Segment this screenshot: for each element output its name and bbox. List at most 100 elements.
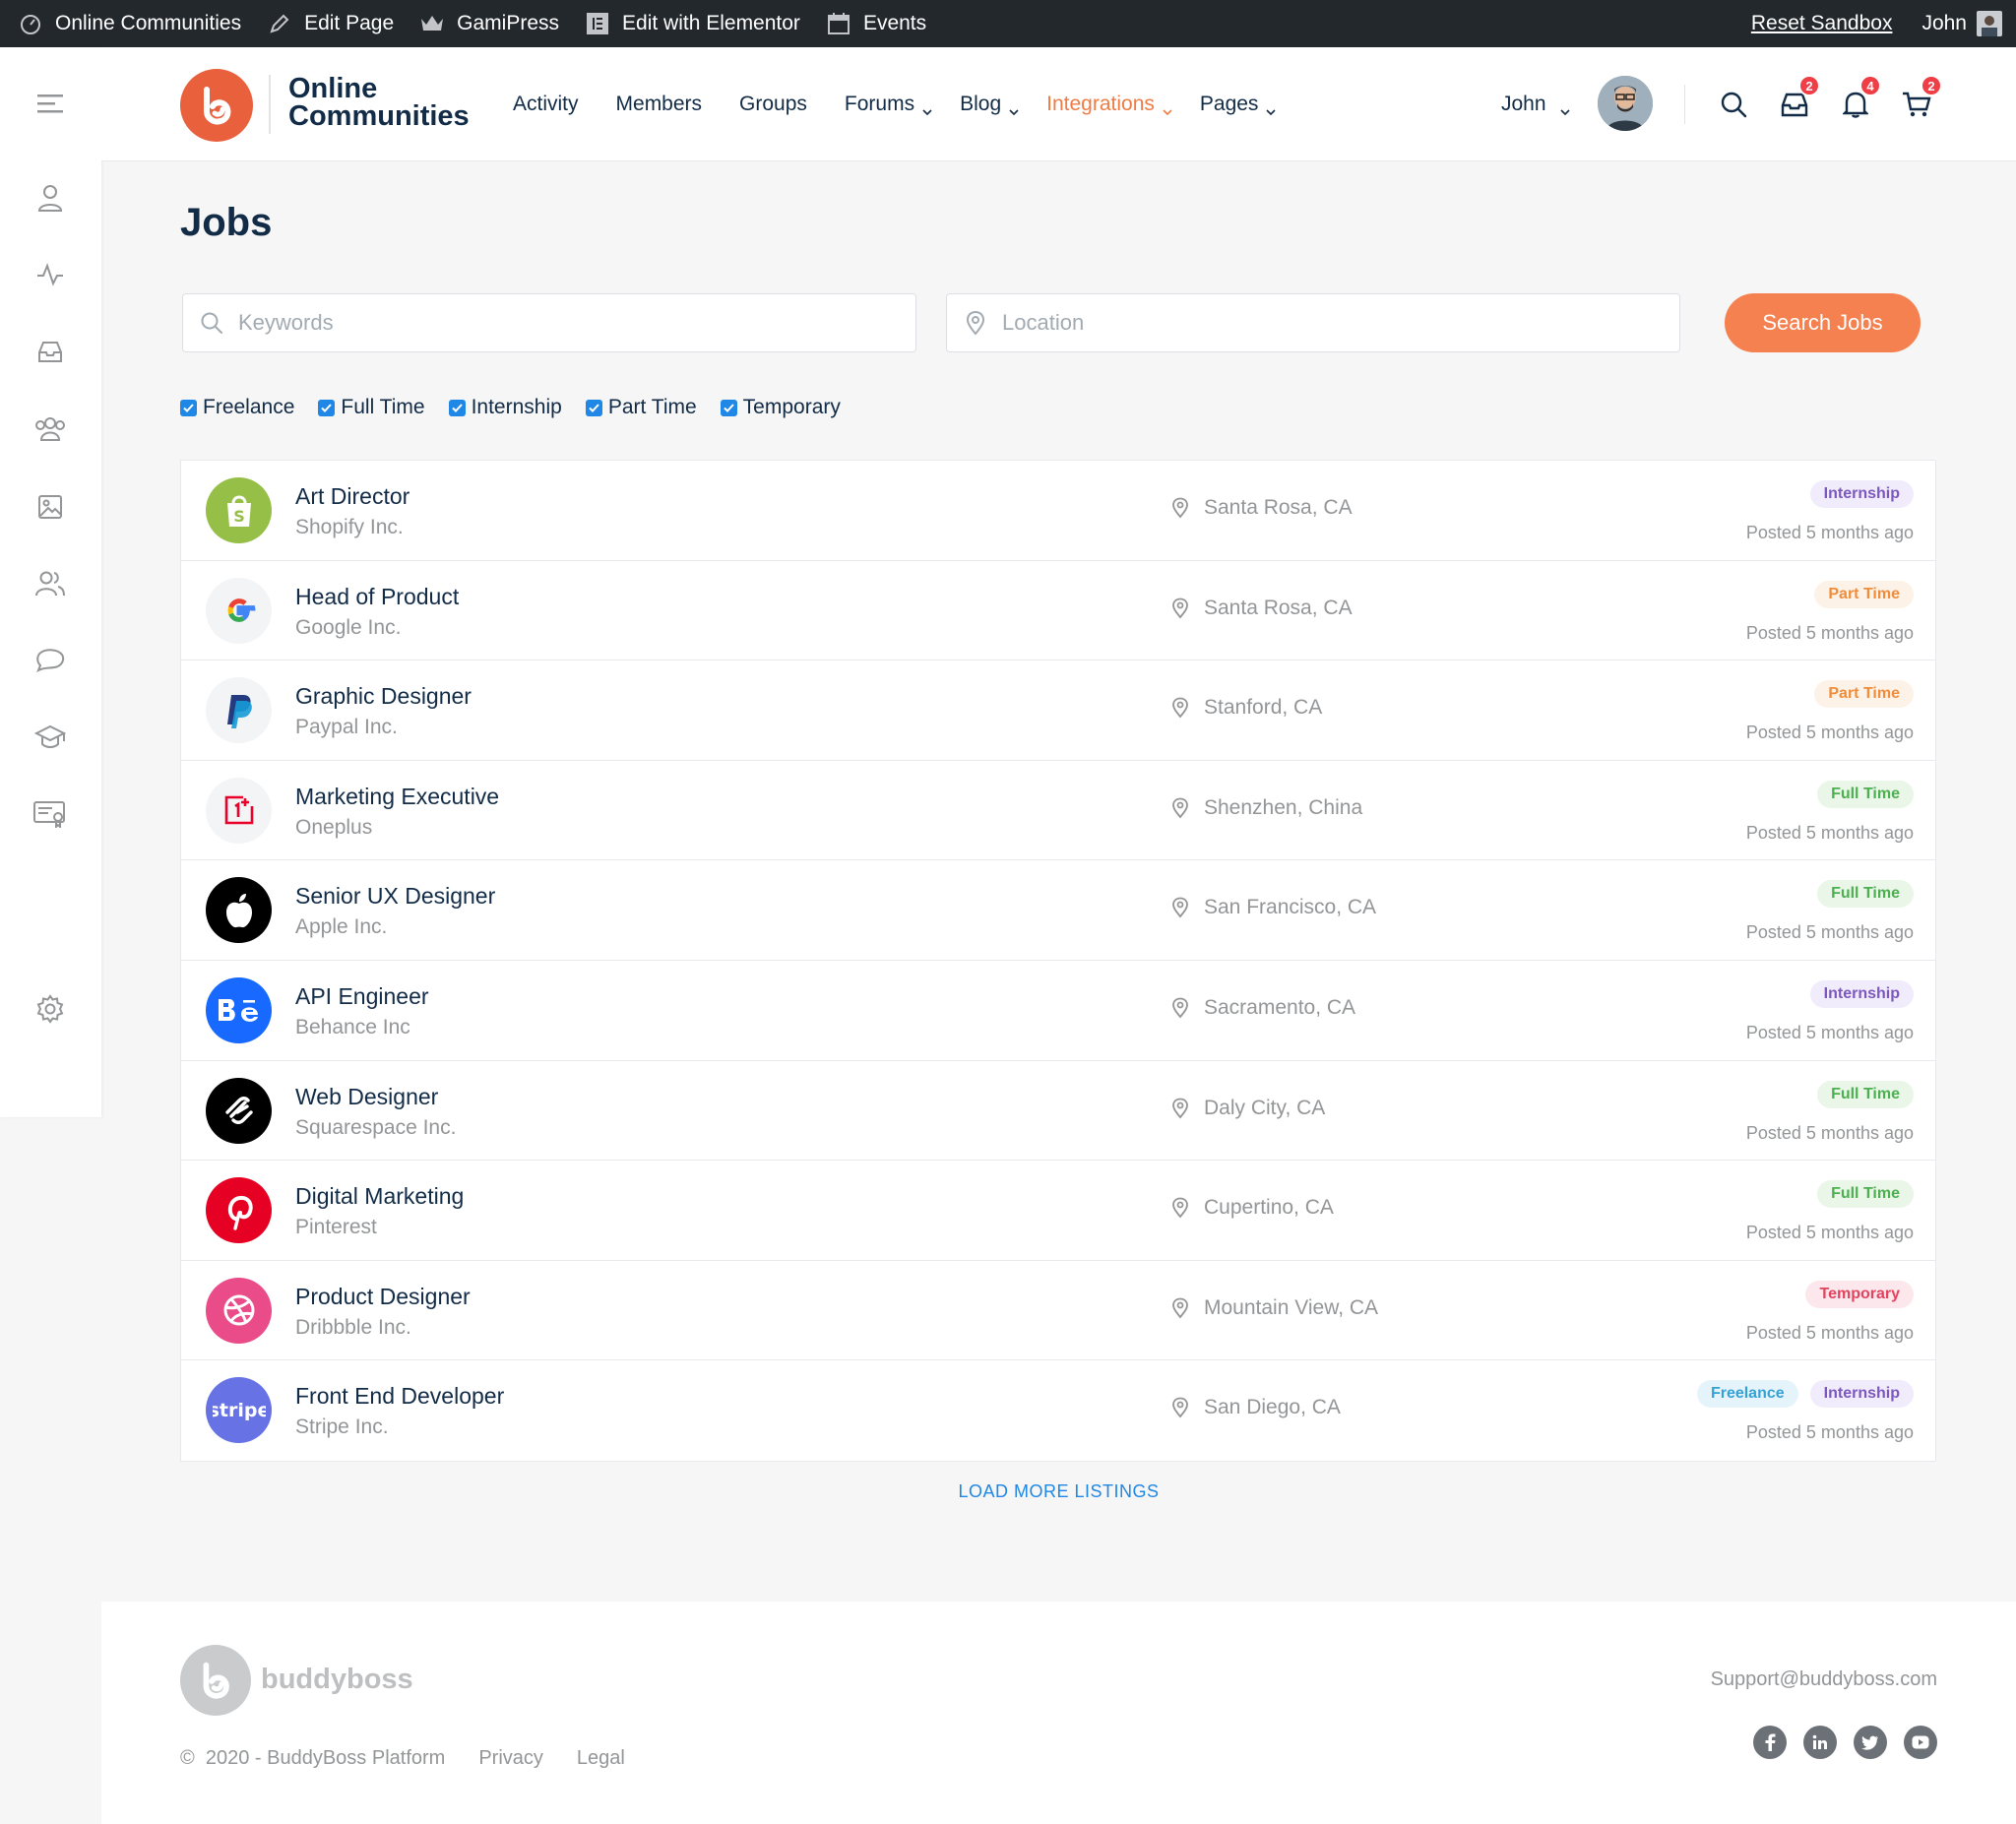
filter-freelance[interactable]: Freelance	[180, 396, 294, 419]
apple-logo-icon	[206, 877, 272, 944]
admin-avatar	[1977, 11, 2002, 36]
location-field[interactable]	[946, 293, 1680, 352]
job-row[interactable]: Marketing Executive Oneplus Shenzhen, Ch…	[181, 761, 1935, 861]
checkbox-checked-icon[interactable]	[318, 399, 336, 416]
job-type-badge: Internship	[1809, 979, 1914, 1008]
job-location-text: Shenzhen, China	[1204, 795, 1363, 819]
job-posted-date: Posted 5 months ago	[1745, 1223, 1914, 1243]
search-jobs-button[interactable]: Search Jobs	[1725, 293, 1921, 352]
nav-forums[interactable]: Forums	[845, 93, 932, 116]
cart-badge: 2	[1921, 75, 1942, 96]
privacy-link[interactable]: Privacy	[478, 1747, 543, 1770]
support-email-link[interactable]: Support@buddyboss.com	[1711, 1668, 1937, 1691]
job-location: Santa Rosa, CA	[1170, 496, 1353, 520]
load-more-listings-link[interactable]: LOAD MORE LISTINGS	[0, 1481, 2016, 1502]
job-title[interactable]: Graphic Designer	[295, 683, 472, 710]
job-tags: Full Time	[1805, 1080, 1914, 1108]
job-type-badge: Internship	[1809, 480, 1914, 508]
nav-activity[interactable]: Activity	[513, 93, 579, 116]
job-row[interactable]: Senior UX Designer Apple Inc. San Franci…	[181, 860, 1935, 961]
checkbox-checked-icon[interactable]	[448, 399, 466, 416]
job-location: Shenzhen, China	[1170, 796, 1362, 820]
job-type-badge: Temporary	[1805, 1280, 1914, 1308]
photos-icon[interactable]	[33, 490, 67, 524]
legal-link[interactable]: Legal	[577, 1747, 625, 1770]
job-title[interactable]: Senior UX Designer	[295, 883, 495, 910]
bell-icon[interactable]: 4	[1840, 75, 1881, 120]
job-tags: Internship	[1798, 979, 1914, 1008]
inbox-icon[interactable]	[33, 335, 67, 368]
twitter-icon[interactable]	[1854, 1726, 1887, 1759]
job-title[interactable]: Product Designer	[295, 1284, 471, 1310]
location-pin-icon	[1170, 697, 1190, 719]
forums-icon[interactable]	[33, 644, 67, 677]
menu-toggle-icon[interactable]	[33, 87, 67, 120]
location-input[interactable]	[1002, 310, 1652, 336]
profile-icon[interactable]	[33, 181, 67, 215]
cart-icon[interactable]: 2	[1901, 75, 1942, 120]
checkbox-checked-icon[interactable]	[180, 399, 197, 416]
job-row[interactable]: Head of Product Google Inc. Santa Rosa, …	[181, 561, 1935, 661]
site-name[interactable]: Online Communities	[288, 75, 470, 132]
job-row[interactable]: Product Designer Dribbble Inc. Mountain …	[181, 1261, 1935, 1361]
job-company: Dribbble Inc.	[295, 1315, 411, 1339]
job-title[interactable]: Digital Marketing	[295, 1183, 464, 1210]
certificates-icon[interactable]	[33, 797, 67, 831]
job-location-text: San Francisco, CA	[1204, 896, 1377, 919]
job-title[interactable]: Front End Developer	[295, 1383, 504, 1410]
admin-site-link[interactable]: Online Communities	[18, 0, 241, 47]
search-icon[interactable]	[1718, 89, 1749, 120]
job-posted-date: Posted 5 months ago	[1745, 622, 1914, 643]
settings-icon[interactable]	[33, 992, 67, 1026]
checkbox-checked-icon[interactable]	[585, 399, 602, 416]
nav-blog[interactable]: Blog	[960, 93, 1019, 116]
job-title[interactable]: Head of Product	[295, 584, 459, 610]
reset-sandbox-link[interactable]: Reset Sandbox	[1751, 12, 1893, 35]
job-location: Stanford, CA	[1170, 696, 1322, 720]
filter-full-time[interactable]: Full Time	[318, 396, 425, 419]
buddyboss-logo-icon[interactable]	[180, 1645, 251, 1716]
filter-temporary[interactable]: Temporary	[720, 396, 841, 419]
job-row[interactable]: stripe Front End Developer Stripe Inc. S…	[181, 1360, 1935, 1461]
groups-icon[interactable]	[33, 411, 67, 445]
site-logo[interactable]	[180, 69, 253, 142]
courses-icon[interactable]	[33, 721, 67, 754]
facebook-icon[interactable]	[1753, 1726, 1787, 1759]
job-row[interactable]: Web Designer Squarespace Inc. Daly City,…	[181, 1061, 1935, 1162]
job-title[interactable]: Web Designer	[295, 1084, 438, 1110]
user-menu[interactable]: John	[1501, 93, 1570, 116]
activity-icon[interactable]	[33, 258, 67, 291]
messages-icon[interactable]: 2	[1779, 75, 1820, 120]
site-name-line2: Communities	[288, 100, 470, 132]
keywords-field[interactable]	[182, 293, 916, 352]
job-tags: Full Time	[1805, 780, 1914, 808]
job-title[interactable]: Marketing Executive	[295, 784, 499, 810]
filter-internship[interactable]: Internship	[448, 396, 562, 419]
members-icon[interactable]	[33, 567, 67, 600]
admin-edit-page[interactable]: Edit Page	[267, 0, 394, 47]
job-title[interactable]: API Engineer	[295, 983, 429, 1010]
job-row[interactable]: S Art Director Shopify Inc. Santa Rosa, …	[181, 461, 1935, 561]
behance-logo-icon	[206, 976, 272, 1043]
job-row[interactable]: API Engineer Behance Inc Sacramento, CA …	[181, 961, 1935, 1061]
keywords-input[interactable]	[238, 310, 888, 336]
nav-groups[interactable]: Groups	[739, 93, 807, 116]
job-location: San Francisco, CA	[1170, 896, 1376, 919]
filter-part-time[interactable]: Part Time	[585, 396, 697, 419]
nav-pages[interactable]: Pages	[1200, 93, 1277, 116]
copyright-text: © 2020 - BuddyBoss Platform	[180, 1747, 446, 1769]
nav-members[interactable]: Members	[616, 93, 703, 116]
checkbox-checked-icon[interactable]	[720, 399, 737, 416]
job-title[interactable]: Art Director	[295, 483, 410, 510]
job-row[interactable]: Digital Marketing Pinterest Cupertino, C…	[181, 1161, 1935, 1261]
job-posted-date: Posted 5 months ago	[1745, 1422, 1914, 1443]
youtube-icon[interactable]	[1904, 1726, 1937, 1759]
user-avatar[interactable]	[1598, 76, 1653, 131]
admin-elementor[interactable]: Edit with Elementor	[585, 0, 800, 47]
admin-user-menu[interactable]: John	[1922, 11, 2002, 36]
admin-gamipress[interactable]: GamiPress	[419, 0, 559, 47]
job-row[interactable]: Graphic Designer Paypal Inc. Stanford, C…	[181, 660, 1935, 761]
nav-integrations[interactable]: Integrations	[1046, 93, 1172, 116]
admin-events[interactable]: Events	[826, 0, 926, 47]
linkedin-icon[interactable]	[1803, 1726, 1837, 1759]
